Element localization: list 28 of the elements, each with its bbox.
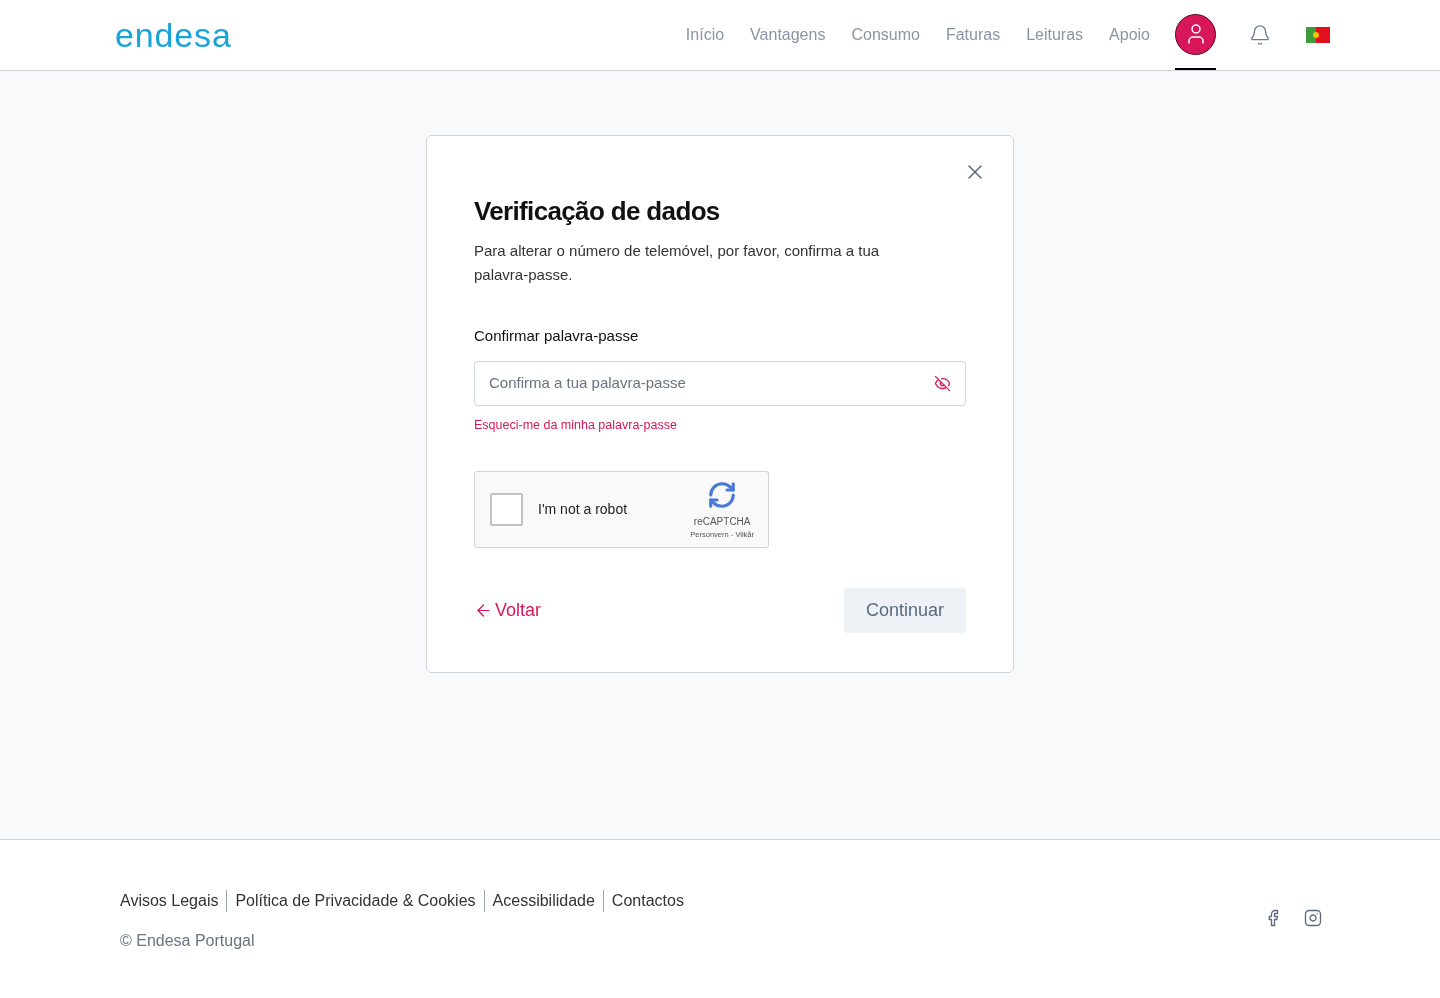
footer-link[interactable]: Acessibilidade bbox=[492, 889, 595, 913]
instagram-icon[interactable] bbox=[1304, 909, 1322, 927]
recaptcha-logo-icon bbox=[707, 479, 738, 510]
field-label: Confirmar palavra-passe bbox=[474, 326, 640, 346]
captcha-label: I'm not a robot bbox=[538, 500, 628, 520]
password-input[interactable]: Confirma a tua palavra-passe bbox=[489, 371, 934, 395]
footer-link[interactable]: Avisos Legais bbox=[120, 889, 219, 913]
recaptcha-brand: reCAPTCHA bbox=[693, 514, 751, 529]
password-field[interactable]: Confirma a tua palavra-passe bbox=[474, 360, 966, 406]
nav-link[interactable]: Apoio bbox=[1109, 23, 1150, 47]
nav-link[interactable]: Início bbox=[685, 23, 725, 47]
notification-bell-icon[interactable] bbox=[1249, 24, 1271, 46]
user-icon[interactable] bbox=[1175, 13, 1216, 55]
back-link[interactable]: Voltar bbox=[474, 597, 542, 625]
nav-link[interactable]: Leituras bbox=[1026, 23, 1084, 47]
nav-link[interactable]: Vantagens bbox=[750, 23, 826, 47]
copyright: © Endesa Portugal bbox=[120, 931, 256, 951]
hide-password-icon[interactable] bbox=[934, 374, 951, 392]
nav-link[interactable]: Faturas bbox=[945, 23, 1001, 47]
logo[interactable]: endesa bbox=[115, 18, 232, 52]
captcha-checkbox[interactable] bbox=[490, 493, 523, 527]
forgot-password-link[interactable]: Esqueci-me da minha palavra-passe bbox=[474, 415, 966, 435]
footer-link[interactable]: Contactos bbox=[611, 889, 684, 913]
dialog-title: Verificação de dados bbox=[474, 195, 721, 228]
nav-link[interactable]: Consumo bbox=[851, 23, 920, 47]
portugal-flag-icon[interactable] bbox=[1306, 27, 1330, 43]
dialog-description: Para alterar o número de telemóvel, por favor, confirma a tua palavra-passe. bbox=[474, 241, 881, 285]
footer-link[interactable]: Política de Privacidade & Cookies bbox=[235, 889, 476, 913]
